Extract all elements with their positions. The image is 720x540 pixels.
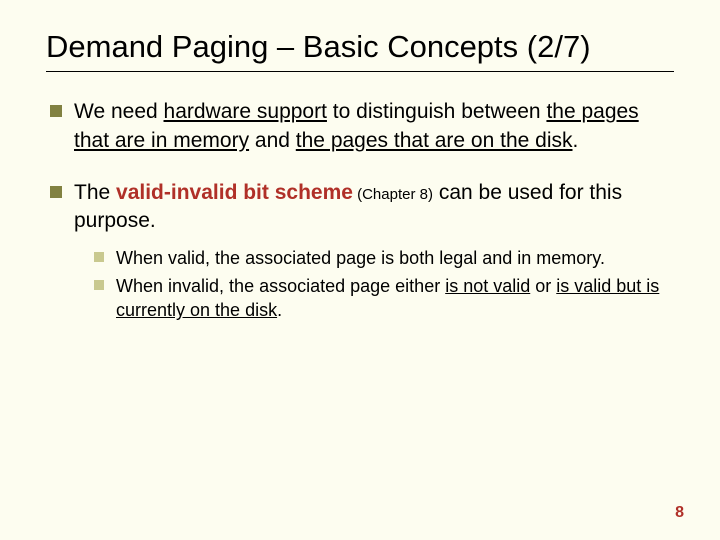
underline-hardware-support: hardware support [164,100,327,123]
bold-valid-invalid-scheme: valid-invalid bit scheme [116,181,353,204]
text-fragment: or [530,276,556,296]
sub-bullet-1-text: When valid, the associated page is both … [116,246,605,270]
chapter-ref: (Chapter 8) [353,186,433,203]
text-fragment: We need [74,100,164,123]
sub-bullet-2: When invalid, the associated page either… [46,274,674,323]
slide-title: Demand Paging – Basic Concepts (2/7) [46,28,674,65]
square-bullet-icon [50,105,62,117]
slide: Demand Paging – Basic Concepts (2/7) We … [0,0,720,346]
text-fragment: When invalid, the associated page either [116,276,445,296]
sub-bullet-1: When valid, the associated page is both … [46,246,674,270]
bullet-1: We need hardware support to distinguish … [46,98,674,155]
page-number: 8 [675,504,684,522]
square-bullet-icon [94,280,104,290]
underline-pages-on-disk: the pages that are on the disk [296,129,573,152]
bullet-1-text: We need hardware support to distinguish … [74,98,674,155]
text-fragment: The [74,181,116,204]
underline-is-not-valid: is not valid [445,276,530,296]
bullet-2: The valid-invalid bit scheme (Chapter 8)… [46,179,674,236]
text-fragment: . [573,129,579,152]
text-fragment: to distinguish between [327,100,546,123]
text-fragment: and [249,129,296,152]
text-fragment: . [277,300,282,320]
title-underline [46,71,674,72]
square-bullet-icon [94,252,104,262]
sub-bullet-2-text: When invalid, the associated page either… [116,274,674,323]
square-bullet-icon [50,186,62,198]
bullet-2-text: The valid-invalid bit scheme (Chapter 8)… [74,179,674,236]
